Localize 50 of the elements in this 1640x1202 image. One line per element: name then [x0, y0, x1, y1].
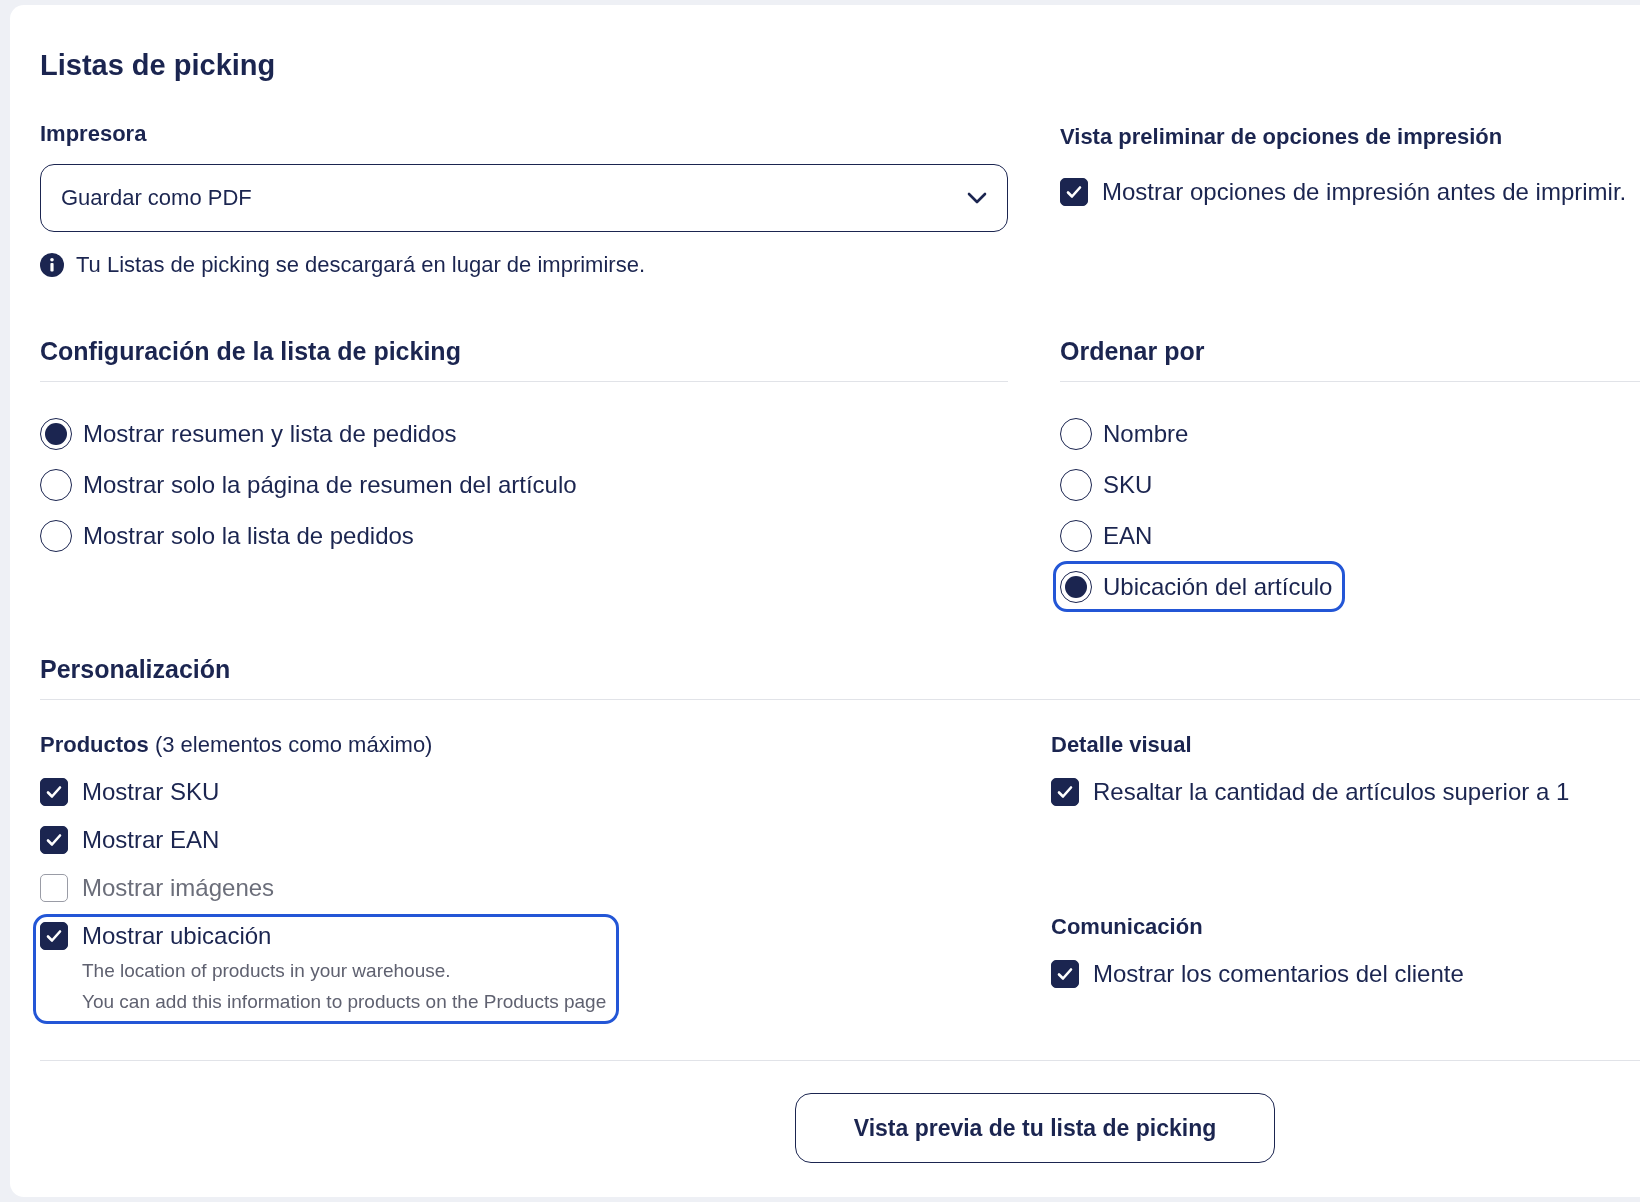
section-label: Detalle visual	[1051, 731, 1193, 759]
field-label: Impresora	[40, 120, 148, 148]
printer-select[interactable]: Guardar como PDF	[40, 164, 1008, 232]
page-title: Listas de picking	[40, 48, 277, 83]
radio-option[interactable]: EAN	[1053, 510, 1166, 561]
option-label: Ubicación del artículo	[1103, 571, 1333, 602]
section-label: Vista preliminar de opciones de impresión	[1060, 123, 1504, 151]
checkbox[interactable]	[40, 778, 68, 806]
checkbox-option[interactable]: Mostrar opciones de impresión antes de imprimir.	[1053, 170, 1640, 218]
option-label: Mostrar resumen y lista de pedidos	[83, 418, 457, 449]
help-text: You can add this information to products on the Products page	[82, 990, 607, 1014]
checkbox-label: Mostrar ubicación	[82, 921, 272, 951]
checkbox-label: Mostrar los comentarios del cliente	[1093, 959, 1464, 989]
checkbox[interactable]	[40, 922, 68, 950]
help-text: The location of products in your warehouse.	[82, 959, 452, 983]
checkbox-label: Resaltar la cantidad de artículos superior a 1	[1093, 777, 1570, 807]
checkbox-option[interactable]: Mostrar los comentarios del cliente	[1044, 952, 1477, 1000]
radio-option[interactable]: Mostrar solo la lista de pedidos	[33, 510, 427, 561]
section-label: Productos (3 elementos como máximo)	[40, 731, 434, 759]
section-heading: Personalización	[40, 654, 1640, 700]
option-label: Nombre	[1103, 418, 1189, 449]
option-label: SKU	[1103, 469, 1153, 500]
option-label: Mostrar solo la página de resumen del artículo	[83, 469, 577, 500]
checkbox-option[interactable]: Mostrar SKU	[33, 770, 233, 818]
checkbox[interactable]	[1051, 960, 1079, 988]
radio-option[interactable]: SKU	[1053, 459, 1166, 510]
option-label: Mostrar solo la lista de pedidos	[83, 520, 414, 551]
chevron-down-icon	[967, 192, 987, 204]
info-icon	[40, 253, 64, 277]
section-heading: Configuración de la lista de picking	[40, 336, 1008, 382]
checkbox-label: Mostrar EAN	[82, 825, 220, 855]
checkbox[interactable]	[40, 826, 68, 854]
radio-option[interactable]: Ubicación del artículo	[1053, 561, 1346, 612]
section-heading: Ordenar por	[1060, 336, 1640, 382]
option-label: EAN	[1103, 520, 1153, 551]
radio-option[interactable]: Mostrar solo la página de resumen del artículo	[33, 459, 590, 510]
checkbox-label: Mostrar SKU	[82, 777, 220, 807]
section-label: Comunicación	[1051, 913, 1204, 941]
radio-option[interactable]: Nombre	[1053, 408, 1202, 459]
select-value: Guardar como PDF	[61, 185, 252, 211]
checkbox-option[interactable]: Mostrar EAN	[33, 818, 233, 866]
checkbox-option[interactable]: Resaltar la cantidad de artículos superior a 1	[1044, 770, 1583, 818]
checkbox-label: Mostrar opciones de impresión antes de imprimir.	[1102, 177, 1627, 207]
info-text: Tu Listas de picking se descargará en lugar de imprimirse.	[76, 251, 645, 279]
radio-option[interactable]: Mostrar resumen y lista de pedidos	[33, 408, 470, 459]
preview-button[interactable]: Vista previa de tu lista de picking	[795, 1093, 1275, 1163]
checkbox-label: Mostrar imágenes	[82, 873, 275, 903]
checkbox[interactable]	[1051, 778, 1079, 806]
checkbox[interactable]	[1060, 178, 1088, 206]
checkbox-option[interactable]: Mostrar ubicación The location of products in your warehouse. You can add this information to products on the Products page	[33, 914, 620, 1024]
